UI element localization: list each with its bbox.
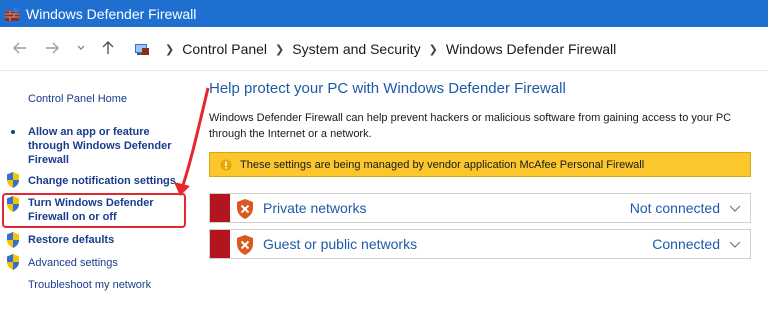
warning-icon: [220, 159, 232, 171]
bullet-icon: [11, 130, 15, 134]
managed-warning-banner: These settings are being managed by vend…: [209, 152, 751, 177]
red-x-shield-icon: [237, 235, 253, 255]
change-notification-link[interactable]: Change notification settings: [28, 174, 176, 188]
annotation-highlight-box: [2, 193, 186, 228]
public-networks-row[interactable]: Guest or public networks Connected: [209, 229, 751, 259]
uac-shield-icon: [7, 232, 19, 248]
window-title: Windows Defender Firewall: [26, 5, 197, 22]
uac-shield-icon: [7, 254, 19, 270]
warning-text: These settings are being managed by vend…: [240, 158, 645, 171]
chevron-down-icon[interactable]: [728, 237, 742, 251]
forward-arrow-icon[interactable]: [41, 37, 63, 59]
control-panel-home-link[interactable]: Control Panel Home: [28, 92, 127, 106]
control-panel-icon: [135, 44, 149, 55]
breadcrumb-system-security[interactable]: System and Security: [292, 41, 420, 57]
address-bar: ❯ Control Panel ❯ System and Security ❯ …: [0, 27, 768, 71]
firewall-brick-icon: [5, 6, 19, 21]
private-networks-row[interactable]: Private networks Not connected: [209, 193, 751, 223]
advanced-settings-link[interactable]: Advanced settings: [28, 256, 118, 270]
page-description: Windows Defender Firewall can help preve…: [209, 112, 732, 140]
network-name: Guest or public networks: [263, 236, 418, 252]
restore-defaults-link[interactable]: Restore defaults: [28, 233, 114, 247]
breadcrumb: ❯ Control Panel ❯ System and Security ❯ …: [133, 37, 616, 61]
network-name: Private networks: [263, 200, 367, 216]
breadcrumb-separator-icon: ❯: [275, 43, 285, 56]
recent-dropdown-icon[interactable]: [70, 37, 92, 59]
page-title: Help protect your PC with Windows Defend…: [209, 80, 566, 97]
troubleshoot-network-link[interactable]: Troubleshoot my network: [28, 278, 151, 292]
breadcrumb-control-panel[interactable]: Control Panel: [182, 41, 267, 57]
chevron-down-icon[interactable]: [728, 201, 742, 215]
uac-shield-icon: [7, 172, 19, 188]
network-status: Connected: [652, 236, 720, 252]
status-strip: [210, 230, 230, 258]
breadcrumb-separator-icon: ❯: [165, 43, 175, 56]
title-bar: Windows Defender Firewall: [0, 0, 768, 27]
red-x-shield-icon: [237, 199, 253, 219]
breadcrumb-firewall[interactable]: Windows Defender Firewall: [446, 41, 616, 57]
status-strip: [210, 194, 230, 222]
breadcrumb-separator-icon: ❯: [428, 43, 438, 56]
network-status: Not connected: [629, 200, 720, 216]
up-arrow-icon[interactable]: [97, 37, 119, 59]
allow-app-link[interactable]: Allow an app or feature through Windows …: [28, 125, 188, 167]
back-arrow-icon[interactable]: [9, 37, 31, 59]
